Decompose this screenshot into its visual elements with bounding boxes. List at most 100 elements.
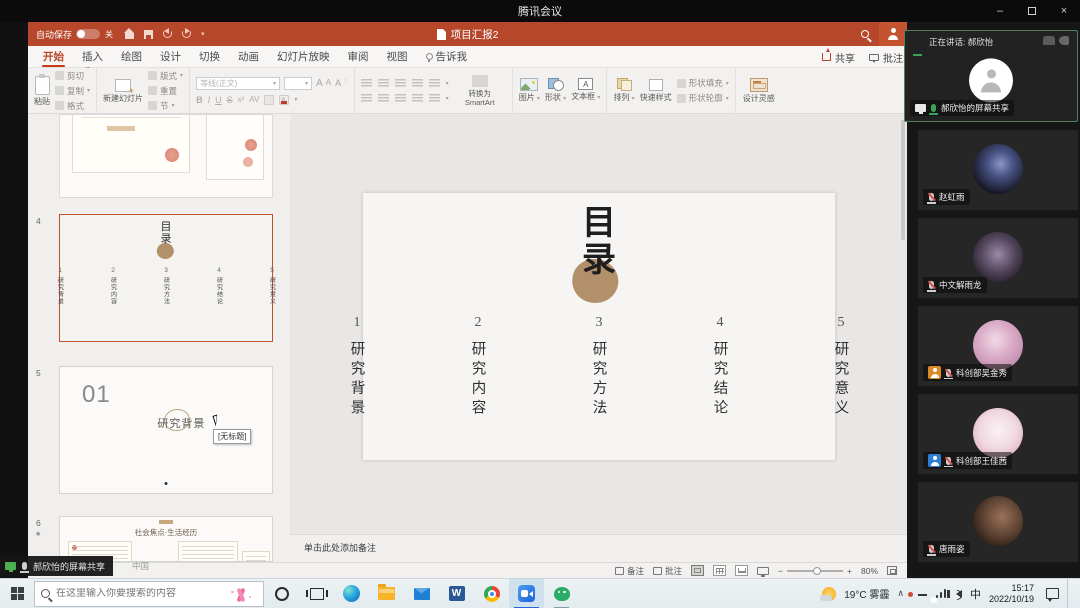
shapes-button[interactable]: 形状 ▾ <box>545 78 566 104</box>
highlight-color-button[interactable] <box>264 95 274 105</box>
vertical-scrollbar[interactable] <box>901 120 905 240</box>
close-button[interactable]: × <box>1048 0 1080 22</box>
volume-icon[interactable] <box>956 590 962 598</box>
fit-to-window-button[interactable] <box>887 566 897 575</box>
format-painter-button[interactable]: 格式 <box>55 100 90 112</box>
tencent-meeting-button[interactable] <box>509 579 544 608</box>
notes-pane[interactable]: 单击此处添加备注 <box>290 534 907 562</box>
edge-button[interactable] <box>334 579 369 608</box>
weather-text[interactable]: 19°C 雾霾 <box>844 586 889 601</box>
slide-4-thumbnail[interactable]: 目 录 1研究背景 2研究内容 3研究方法 4研究结论 5研究意义 <box>59 214 273 342</box>
task-view-button[interactable] <box>299 579 334 608</box>
arrange-button[interactable]: 排列 ▾ <box>613 78 634 104</box>
zoom-in-button[interactable]: + <box>847 566 852 576</box>
participant-tile[interactable]: 科创部王佳茜 <box>918 394 1078 474</box>
columns-button[interactable] <box>429 94 440 103</box>
cortana-button[interactable] <box>264 579 299 608</box>
participant-tile[interactable]: 唐雨姿 <box>918 482 1078 562</box>
quick-styles-button[interactable]: 快速样式 <box>640 79 672 102</box>
copy-button[interactable]: 复制▾ <box>55 85 90 97</box>
cut-button[interactable]: 剪切 <box>55 70 90 82</box>
smartart-button[interactable]: 转换为SmartArt <box>454 75 506 107</box>
autosave-toggle[interactable]: 自动保存 关 <box>36 28 113 41</box>
ribbon-search-button[interactable] <box>851 22 879 46</box>
underline-button[interactable]: U <box>215 95 222 105</box>
bold-button[interactable]: B <box>196 95 203 105</box>
align-center-button[interactable] <box>378 94 389 103</box>
slide-sorter-view-button[interactable] <box>713 565 726 576</box>
participant-tile-screenshare[interactable]: 正在讲话: 郝欣怡 郝欣怡的屏幕共享 <box>904 30 1078 122</box>
tab-design[interactable]: 设计 <box>151 46 190 68</box>
font-name-select[interactable]: 等线(正文)▾ <box>196 77 280 90</box>
reset-button[interactable]: 重置 <box>148 85 183 97</box>
italic-button[interactable]: I <box>208 95 211 105</box>
tab-tellme[interactable]: 告诉我 <box>417 46 477 68</box>
word-button[interactable]: W <box>439 579 474 608</box>
line-spacing-button[interactable] <box>429 79 440 88</box>
tab-transitions[interactable]: 切换 <box>190 46 229 68</box>
picture-button[interactable]: 图片 ▾ <box>519 78 540 104</box>
zoom-percentage[interactable]: 80% <box>861 566 878 576</box>
shape-fill-button[interactable]: 形状填充▾ <box>677 77 729 89</box>
font-size-select[interactable]: ▾ <box>284 77 312 90</box>
section-button[interactable]: 节▾ <box>148 100 183 112</box>
participant-tile[interactable]: 科创部吴金秀 <box>918 306 1078 386</box>
screen-share-indicator[interactable]: 郝欣怡的屏幕共享 <box>0 556 113 576</box>
show-desktop-button[interactable] <box>1067 579 1072 608</box>
justify-button[interactable] <box>412 94 423 103</box>
indent-decrease-button[interactable] <box>395 79 406 88</box>
chrome-button[interactable] <box>474 579 509 608</box>
zoom-slider-handle[interactable] <box>813 567 821 575</box>
new-slide-button[interactable]: 新建幻灯片 <box>103 79 143 103</box>
ime-indicator[interactable]: 中 <box>970 586 981 602</box>
slideshow-button[interactable] <box>757 567 769 575</box>
zoom-out-button[interactable]: − <box>778 566 783 576</box>
spacing-button[interactable]: AV <box>249 95 259 104</box>
shadow-button[interactable]: x² <box>238 95 245 104</box>
current-slide[interactable]: 目 录 1研究背景 2研究内容 3研究方法 4研究结论 5研究意义 <box>363 193 835 460</box>
tab-review[interactable]: 审阅 <box>339 46 378 68</box>
file-explorer-button[interactable] <box>369 579 404 608</box>
zoom-slider[interactable] <box>787 570 843 572</box>
shape-outline-button[interactable]: 形状轮廓▾ <box>677 92 729 104</box>
minimize-button[interactable]: – <box>984 0 1016 22</box>
tab-draw[interactable]: 绘图 <box>112 46 151 68</box>
textbox-button[interactable]: A 文本框 ▾ <box>571 78 600 103</box>
align-right-button[interactable] <box>395 94 406 103</box>
comments-toggle[interactable]: 批注 <box>653 565 682 577</box>
taskbar-search-box[interactable] <box>34 581 264 607</box>
wechat-button[interactable] <box>544 579 579 608</box>
autosave-toggle-pill[interactable] <box>76 29 100 39</box>
clock[interactable]: 15:17 2022/10/19 <box>989 583 1034 604</box>
maximize-button[interactable] <box>1016 0 1048 22</box>
normal-view-button[interactable] <box>691 565 704 576</box>
tab-slideshow[interactable]: 幻灯片放映 <box>268 46 339 68</box>
font-color-button[interactable]: A <box>279 95 289 105</box>
participant-tile[interactable]: 中文解雨龙 <box>918 218 1078 298</box>
start-button[interactable] <box>0 579 34 608</box>
account-button[interactable] <box>879 22 907 46</box>
notification-center-icon[interactable] <box>1046 588 1059 599</box>
strikethrough-button[interactable]: S <box>227 95 233 105</box>
indent-increase-button[interactable] <box>412 79 423 88</box>
align-left-button[interactable] <box>361 94 372 103</box>
save-icon[interactable] <box>144 30 153 39</box>
share-button[interactable]: 共享 <box>822 50 855 65</box>
numbering-button[interactable] <box>378 79 389 88</box>
weather-icon[interactable] <box>822 587 836 601</box>
reading-view-button[interactable] <box>735 565 748 576</box>
home-icon[interactable] <box>125 33 134 39</box>
undo-icon[interactable] <box>163 31 172 38</box>
tab-animations[interactable]: 动画 <box>229 46 268 68</box>
bullets-button[interactable] <box>361 79 372 88</box>
redo-icon[interactable] <box>182 31 191 38</box>
grow-shrink-font[interactable]: AA <box>316 78 331 89</box>
qat-dropdown-icon[interactable]: ▾ <box>201 30 205 38</box>
slide-3-thumbnail[interactable] <box>59 114 273 198</box>
tab-view[interactable]: 视图 <box>378 46 417 68</box>
design-ideas-button[interactable]: 设计灵感 <box>742 78 776 103</box>
clear-format-button[interactable]: A◌ <box>335 78 348 88</box>
tile-action-icons[interactable] <box>1043 36 1069 45</box>
participant-tile[interactable]: 赵虹雨 <box>918 130 1078 210</box>
tray-expand-icon[interactable]: ∧ <box>897 588 904 599</box>
